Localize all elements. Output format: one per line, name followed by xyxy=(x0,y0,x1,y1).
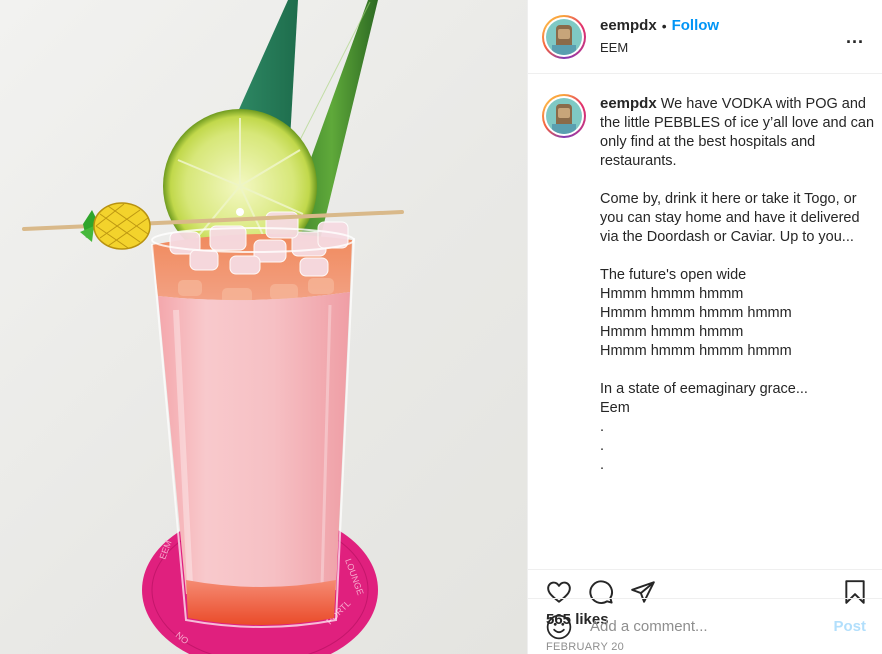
caption-text: eempdx We have VODKA with POG and the li… xyxy=(600,94,878,475)
comment-bar: Post xyxy=(528,598,882,654)
post-image[interactable]: EEM LOUNGE PORTL NO xyxy=(0,0,528,654)
caption-username-link[interactable]: eempdx xyxy=(600,95,657,112)
caption-avatar-border xyxy=(544,96,584,136)
caption-area: eempdx We have VODKA with POG and the li… xyxy=(528,74,882,570)
cocktail-photo: EEM LOUNGE PORTL NO xyxy=(22,0,404,654)
username-link[interactable]: eempdx xyxy=(600,17,657,35)
instagram-post: EEM LOUNGE PORTL NO eempdx • Follow EEM … xyxy=(0,0,882,654)
emoji-icon[interactable] xyxy=(546,614,572,640)
separator-dot: • xyxy=(661,17,667,34)
caption-avatar[interactable] xyxy=(542,94,586,138)
header-top-row: eempdx • Follow xyxy=(600,17,719,35)
more-options-icon[interactable]: ... xyxy=(846,28,864,46)
post-comment-button[interactable]: Post xyxy=(833,618,866,635)
avatar[interactable] xyxy=(542,14,586,59)
comment-input[interactable] xyxy=(588,617,834,636)
follow-button[interactable]: Follow xyxy=(672,17,720,35)
caption-avatar-image xyxy=(546,98,582,134)
post-header: eempdx • Follow EEM ... xyxy=(528,0,882,74)
caption-body: We have VODKA with POG and the little PE… xyxy=(600,96,875,473)
location-link[interactable]: EEM xyxy=(600,40,719,56)
header-text: eempdx • Follow EEM xyxy=(600,17,719,56)
avatar-image xyxy=(546,18,582,55)
avatar-border xyxy=(544,16,584,57)
post-details-panel: eempdx • Follow EEM ... eempdx We have V… xyxy=(528,0,882,654)
